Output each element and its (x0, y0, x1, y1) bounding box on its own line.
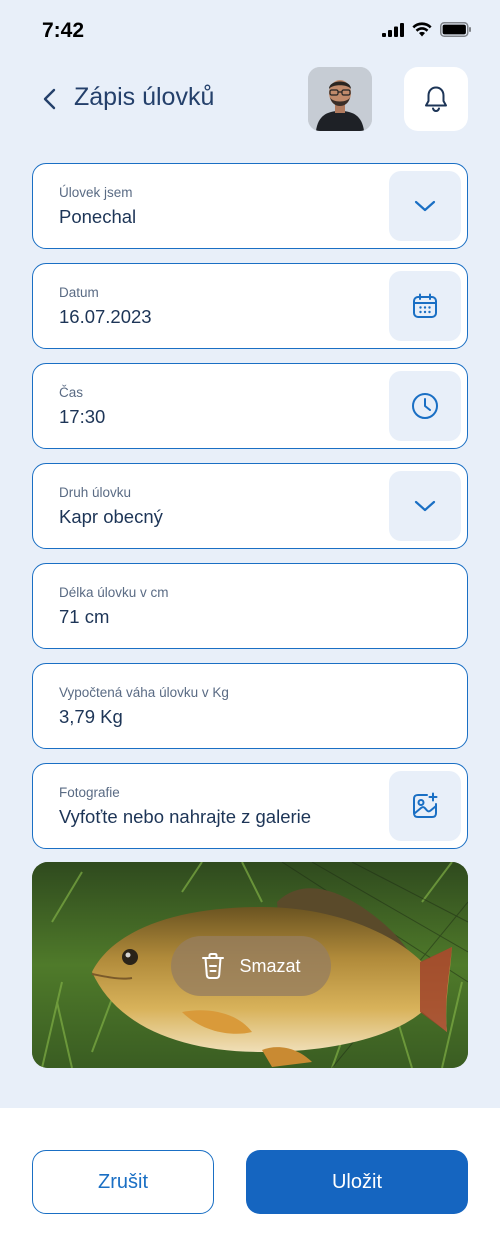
weight-field: Vypočtená váha úlovku v Kg 3,79 Kg (32, 663, 468, 749)
user-photo (308, 67, 372, 131)
add-image-icon (413, 792, 438, 818)
field-label: Fotografie (59, 785, 120, 800)
catch-status-select[interactable]: Úlovek jsem Ponechal (32, 163, 468, 249)
field-label: Datum (59, 285, 99, 300)
cancel-button[interactable]: Zrušit (32, 1150, 214, 1214)
field-value: 17:30 (59, 406, 106, 427)
trash-icon (202, 953, 225, 979)
bell-icon (425, 86, 447, 113)
avatar[interactable] (308, 67, 372, 131)
field-label: Vypočtená váha úlovku v Kg (59, 685, 229, 700)
field-value: 16.07.2023 (59, 306, 152, 327)
field-value: Kapr obecný (59, 506, 163, 527)
notifications-button[interactable] (404, 67, 468, 131)
clock-icon (412, 393, 438, 419)
field-label: Čas (59, 385, 84, 400)
field-label: Délka úlovku v cm (59, 585, 169, 600)
time-picker-button[interactable] (389, 371, 461, 441)
date-picker-button[interactable] (389, 271, 461, 341)
status-icons (382, 22, 472, 37)
catch-photo: Smazat (32, 862, 468, 1068)
save-button[interactable]: Uložit (246, 1150, 468, 1214)
battery-icon (440, 22, 471, 37)
length-field[interactable]: Délka úlovku v cm 71 cm (32, 563, 468, 649)
photo-field[interactable]: Fotografie Vyfoťte nebo nahrajte z galer… (32, 763, 468, 849)
field-value: Vyfoťte nebo nahrajte z galerie (59, 806, 312, 827)
page-title: Zápis úlovků (74, 83, 215, 111)
calendar-icon (413, 293, 437, 318)
cellular-signal-icon (382, 22, 404, 37)
species-dropdown-button[interactable] (389, 471, 461, 541)
footer-actions: Zrušit Uložit (0, 1108, 500, 1255)
species-select[interactable]: Druh úlovku Kapr obecný (32, 463, 468, 549)
catch-status-dropdown-button[interactable] (389, 171, 461, 241)
header: Zápis úlovků (0, 64, 500, 134)
field-label: Druh úlovku (59, 485, 132, 500)
field-value: 71 cm (59, 606, 110, 627)
field-label: Úlovek jsem (59, 185, 133, 200)
time-field[interactable]: Čas 17:30 (32, 363, 468, 449)
back-button[interactable] (36, 84, 62, 114)
wifi-icon (412, 22, 432, 37)
field-value: Ponechal (59, 206, 137, 227)
field-value: 3,79 Kg (59, 706, 123, 727)
date-field[interactable]: Datum 16.07.2023 (32, 263, 468, 349)
delete-photo-label: Smazat (239, 955, 301, 976)
add-photo-button[interactable] (389, 771, 461, 841)
status-bar: 7:42 (0, 0, 500, 60)
chevron-down-icon (414, 200, 436, 212)
status-time: 7:42 (42, 19, 85, 42)
chevron-left-icon (43, 88, 56, 110)
delete-photo-button[interactable]: Smazat (171, 936, 331, 996)
chevron-down-icon (414, 500, 436, 512)
